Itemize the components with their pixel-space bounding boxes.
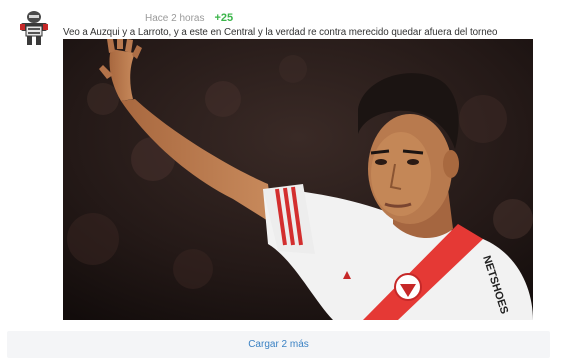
comment-image[interactable]: NETSHOES <box>63 39 533 320</box>
comment-score: +25 <box>214 12 234 24</box>
load-more-button[interactable]: Cargar 2 más <box>7 331 550 358</box>
comment-body: Veo a Auzqui y a Larroto, y a este en Ce… <box>63 27 498 38</box>
load-more-label: Cargar 2 más <box>248 339 309 350</box>
comment-timestamp: Hace 2 horas <box>145 12 205 24</box>
comment-thread: Hace 2 horas +25 Veo a Auzqui y a Larrot… <box>0 0 569 364</box>
user-avatar-icon[interactable] <box>17 9 51 47</box>
comment-meta: Hace 2 horas +25 <box>145 11 233 25</box>
